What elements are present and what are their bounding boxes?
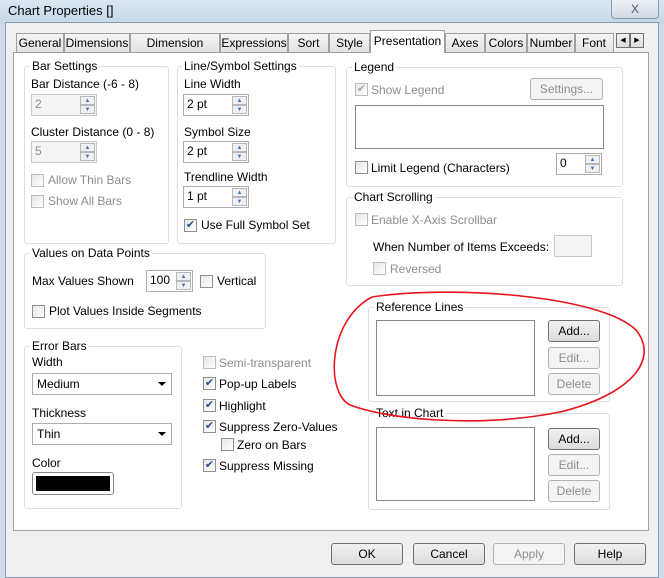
red-circle-annotation <box>333 291 645 422</box>
help-button[interactable]: Help <box>574 543 646 565</box>
tab-presentation[interactable]: Presentation <box>370 30 445 53</box>
ok-button[interactable]: OK <box>331 543 403 565</box>
cancel-button[interactable]: Cancel <box>413 543 485 565</box>
apply-button[interactable]: Apply <box>493 543 565 565</box>
